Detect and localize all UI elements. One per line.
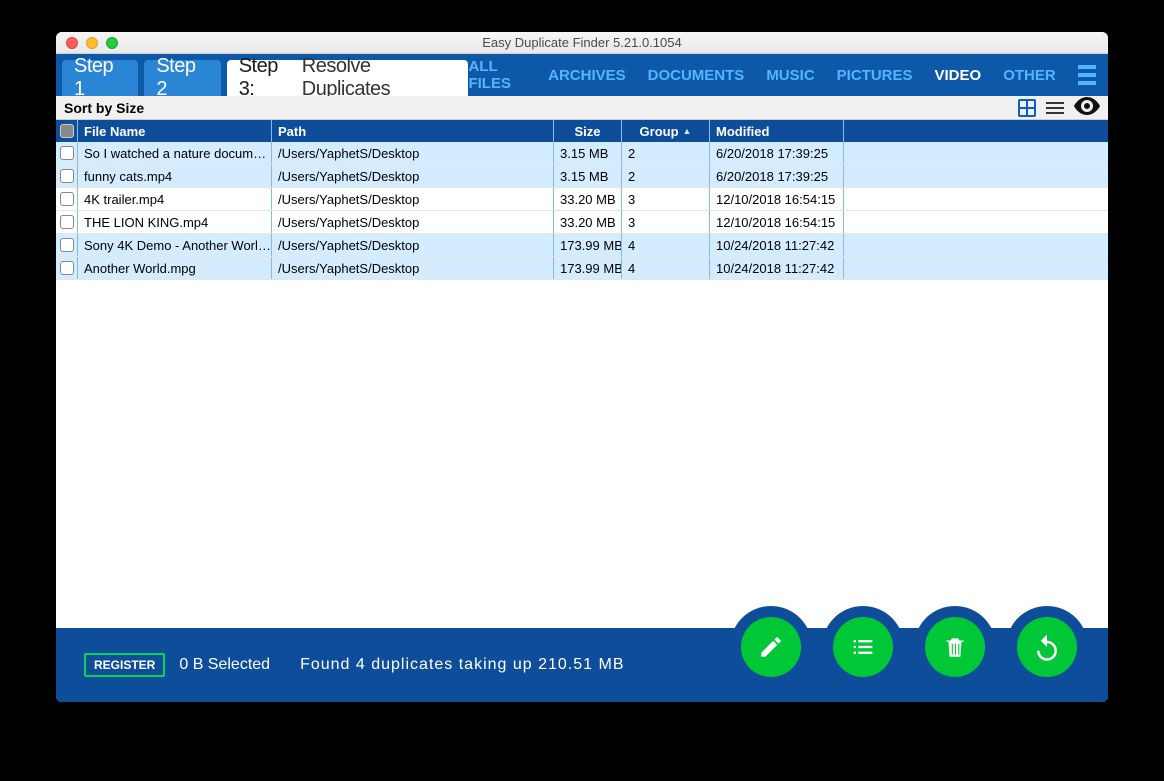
cell-size: 3.15 MB — [554, 142, 622, 164]
row-checkbox[interactable] — [56, 188, 78, 210]
window-title: Easy Duplicate Finder 5.21.0.1054 — [56, 35, 1108, 50]
cell-group: 2 — [622, 165, 710, 187]
tab-step3-subtitle: Resolve Duplicates — [302, 55, 457, 101]
filter-archives[interactable]: ARCHIVES — [548, 67, 626, 84]
delete-button[interactable] — [925, 617, 985, 677]
filter-all-files[interactable]: ALL FILES — [468, 58, 526, 92]
filter-music[interactable]: MUSIC — [766, 67, 814, 84]
cell-spacer — [844, 211, 1108, 233]
cell-modified: 6/20/2018 17:39:25 — [710, 165, 844, 187]
column-spacer — [844, 120, 1108, 142]
table-header: File Name Path Size Group ▲ Modified — [56, 120, 1108, 142]
table-row[interactable]: THE LION KING.mp4/Users/YaphetS/Desktop3… — [56, 211, 1108, 234]
cell-spacer — [844, 142, 1108, 164]
titlebar: Easy Duplicate Finder 5.21.0.1054 — [56, 32, 1108, 54]
selected-text: 0 B Selected — [179, 656, 270, 674]
cell-spacer — [844, 257, 1108, 279]
column-path[interactable]: Path — [272, 120, 554, 142]
column-group-label: Group — [640, 124, 679, 139]
sort-label: Sort by Size — [64, 100, 144, 116]
undo-button[interactable] — [1017, 617, 1077, 677]
row-checkbox[interactable] — [56, 142, 78, 164]
edit-button[interactable] — [741, 617, 801, 677]
cell-size: 173.99 MB — [554, 257, 622, 279]
app-window: Easy Duplicate Finder 5.21.0.1054 Step 1… — [56, 32, 1108, 702]
cell-path: /Users/YaphetS/Desktop — [272, 165, 554, 187]
column-filename[interactable]: File Name — [78, 120, 272, 142]
filter-pictures[interactable]: PICTURES — [837, 67, 913, 84]
top-toolbar: Step 1 Step 2 Step 3: Resolve Duplicates… — [56, 54, 1108, 96]
tab-step2[interactable]: Step 2 — [144, 60, 220, 96]
column-size[interactable]: Size — [554, 120, 622, 142]
sort-bar: Sort by Size — [56, 96, 1108, 120]
column-modified[interactable]: Modified — [710, 120, 844, 142]
column-checkbox[interactable] — [56, 120, 78, 142]
sort-arrow-icon: ▲ — [683, 126, 692, 136]
menu-icon[interactable] — [1078, 65, 1096, 85]
table-row[interactable]: So I watched a nature docum…/Users/Yaphe… — [56, 142, 1108, 165]
register-button[interactable]: REGISTER — [84, 653, 165, 677]
cell-size: 173.99 MB — [554, 234, 622, 256]
cell-filename: So I watched a nature docum… — [78, 142, 272, 164]
cell-modified: 10/24/2018 11:27:42 — [710, 234, 844, 256]
tab-step1[interactable]: Step 1 — [62, 60, 138, 96]
found-text: Found 4 duplicates taking up 210.51 MB — [300, 656, 624, 674]
cell-spacer — [844, 165, 1108, 187]
filter-other[interactable]: OTHER — [1003, 67, 1056, 84]
list-view-icon[interactable] — [1046, 102, 1064, 114]
cell-path: /Users/YaphetS/Desktop — [272, 257, 554, 279]
cell-group: 3 — [622, 188, 710, 210]
row-checkbox[interactable] — [56, 211, 78, 233]
cell-size: 33.20 MB — [554, 188, 622, 210]
eye-icon[interactable] — [1074, 97, 1100, 119]
cell-filename: Another World.mpg — [78, 257, 272, 279]
cell-spacer — [844, 188, 1108, 210]
row-checkbox[interactable] — [56, 165, 78, 187]
table-row[interactable]: funny cats.mp4/Users/YaphetS/Desktop3.15… — [56, 165, 1108, 188]
tab-step3[interactable]: Step 3: Resolve Duplicates — [227, 60, 469, 96]
row-checkbox[interactable] — [56, 234, 78, 256]
list-button[interactable] — [833, 617, 893, 677]
filter-documents[interactable]: DOCUMENTS — [648, 67, 745, 84]
tab-step3-label: Step 3: — [239, 55, 296, 101]
footer-bar: REGISTER 0 B Selected Found 4 duplicates… — [56, 628, 1108, 702]
table-body: So I watched a nature docum…/Users/Yaphe… — [56, 142, 1108, 628]
cell-path: /Users/YaphetS/Desktop — [272, 234, 554, 256]
filter-video[interactable]: VIDEO — [935, 67, 982, 84]
cell-group: 4 — [622, 234, 710, 256]
cell-group: 4 — [622, 257, 710, 279]
grid-view-icon[interactable] — [1018, 99, 1036, 117]
cell-filename: 4K trailer.mp4 — [78, 188, 272, 210]
cell-modified: 6/20/2018 17:39:25 — [710, 142, 844, 164]
cell-filename: Sony 4K Demo - Another Worl… — [78, 234, 272, 256]
cell-modified: 12/10/2018 16:54:15 — [710, 188, 844, 210]
table-row[interactable]: 4K trailer.mp4/Users/YaphetS/Desktop33.2… — [56, 188, 1108, 211]
table-row[interactable]: Sony 4K Demo - Another Worl…/Users/Yaphe… — [56, 234, 1108, 257]
cell-modified: 10/24/2018 11:27:42 — [710, 257, 844, 279]
cell-modified: 12/10/2018 16:54:15 — [710, 211, 844, 233]
column-group[interactable]: Group ▲ — [622, 120, 710, 142]
cell-path: /Users/YaphetS/Desktop — [272, 188, 554, 210]
cell-spacer — [844, 234, 1108, 256]
cell-filename: funny cats.mp4 — [78, 165, 272, 187]
cell-group: 3 — [622, 211, 710, 233]
cell-size: 33.20 MB — [554, 211, 622, 233]
table-row[interactable]: Another World.mpg/Users/YaphetS/Desktop1… — [56, 257, 1108, 280]
cell-filename: THE LION KING.mp4 — [78, 211, 272, 233]
cell-group: 2 — [622, 142, 710, 164]
cell-path: /Users/YaphetS/Desktop — [272, 142, 554, 164]
row-checkbox[interactable] — [56, 257, 78, 279]
cell-path: /Users/YaphetS/Desktop — [272, 211, 554, 233]
cell-size: 3.15 MB — [554, 165, 622, 187]
